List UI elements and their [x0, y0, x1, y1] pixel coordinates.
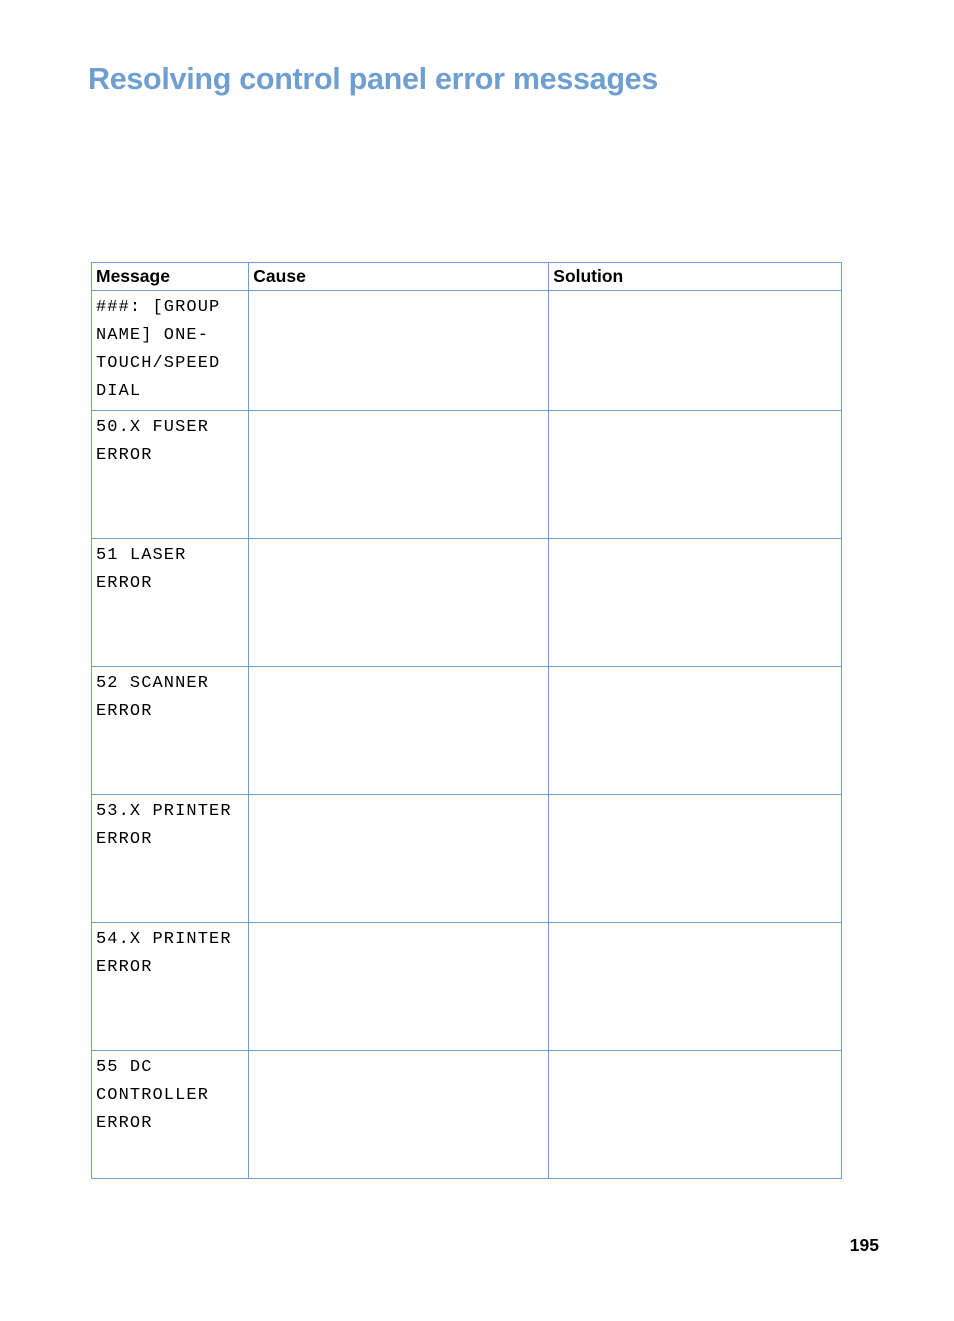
- table-row: 52 SCANNER ERROR: [92, 667, 842, 795]
- message-cell: 55 DC CONTROLLER ERROR: [96, 1054, 244, 1138]
- header-message: Message: [92, 263, 249, 291]
- message-cell: 51 LASER ERROR: [96, 542, 244, 654]
- page-headline: Resolving control panel error messages: [88, 62, 658, 97]
- table-header-row: Message Cause Solution: [92, 263, 842, 291]
- message-cell: ###: [GROUP NAME] ONE-TOUCH/SPEED DIAL: [96, 294, 244, 406]
- table-row: 51 LASER ERROR: [92, 539, 842, 667]
- header-cause: Cause: [249, 263, 549, 291]
- page: Resolving control panel error messages M…: [0, 0, 954, 1321]
- message-cell: 53.X PRINTER ERROR: [96, 798, 244, 910]
- message-cell: 50.X FUSER ERROR: [96, 414, 244, 526]
- message-cell: 52 SCANNER ERROR: [96, 670, 244, 782]
- message-cell: 54.X PRINTER ERROR: [96, 926, 244, 1038]
- header-solution: Solution: [549, 263, 842, 291]
- table-row: 50.X FUSER ERROR: [92, 411, 842, 539]
- table-row: 55 DC CONTROLLER ERROR: [92, 1051, 842, 1179]
- table-row: ###: [GROUP NAME] ONE-TOUCH/SPEED DIAL: [92, 291, 842, 411]
- table-row: 54.X PRINTER ERROR: [92, 923, 842, 1051]
- page-number: 195: [850, 1235, 879, 1256]
- table-row: 53.X PRINTER ERROR: [92, 795, 842, 923]
- error-messages-table: Message Cause Solution ###: [GROUP NAME]…: [91, 262, 842, 1179]
